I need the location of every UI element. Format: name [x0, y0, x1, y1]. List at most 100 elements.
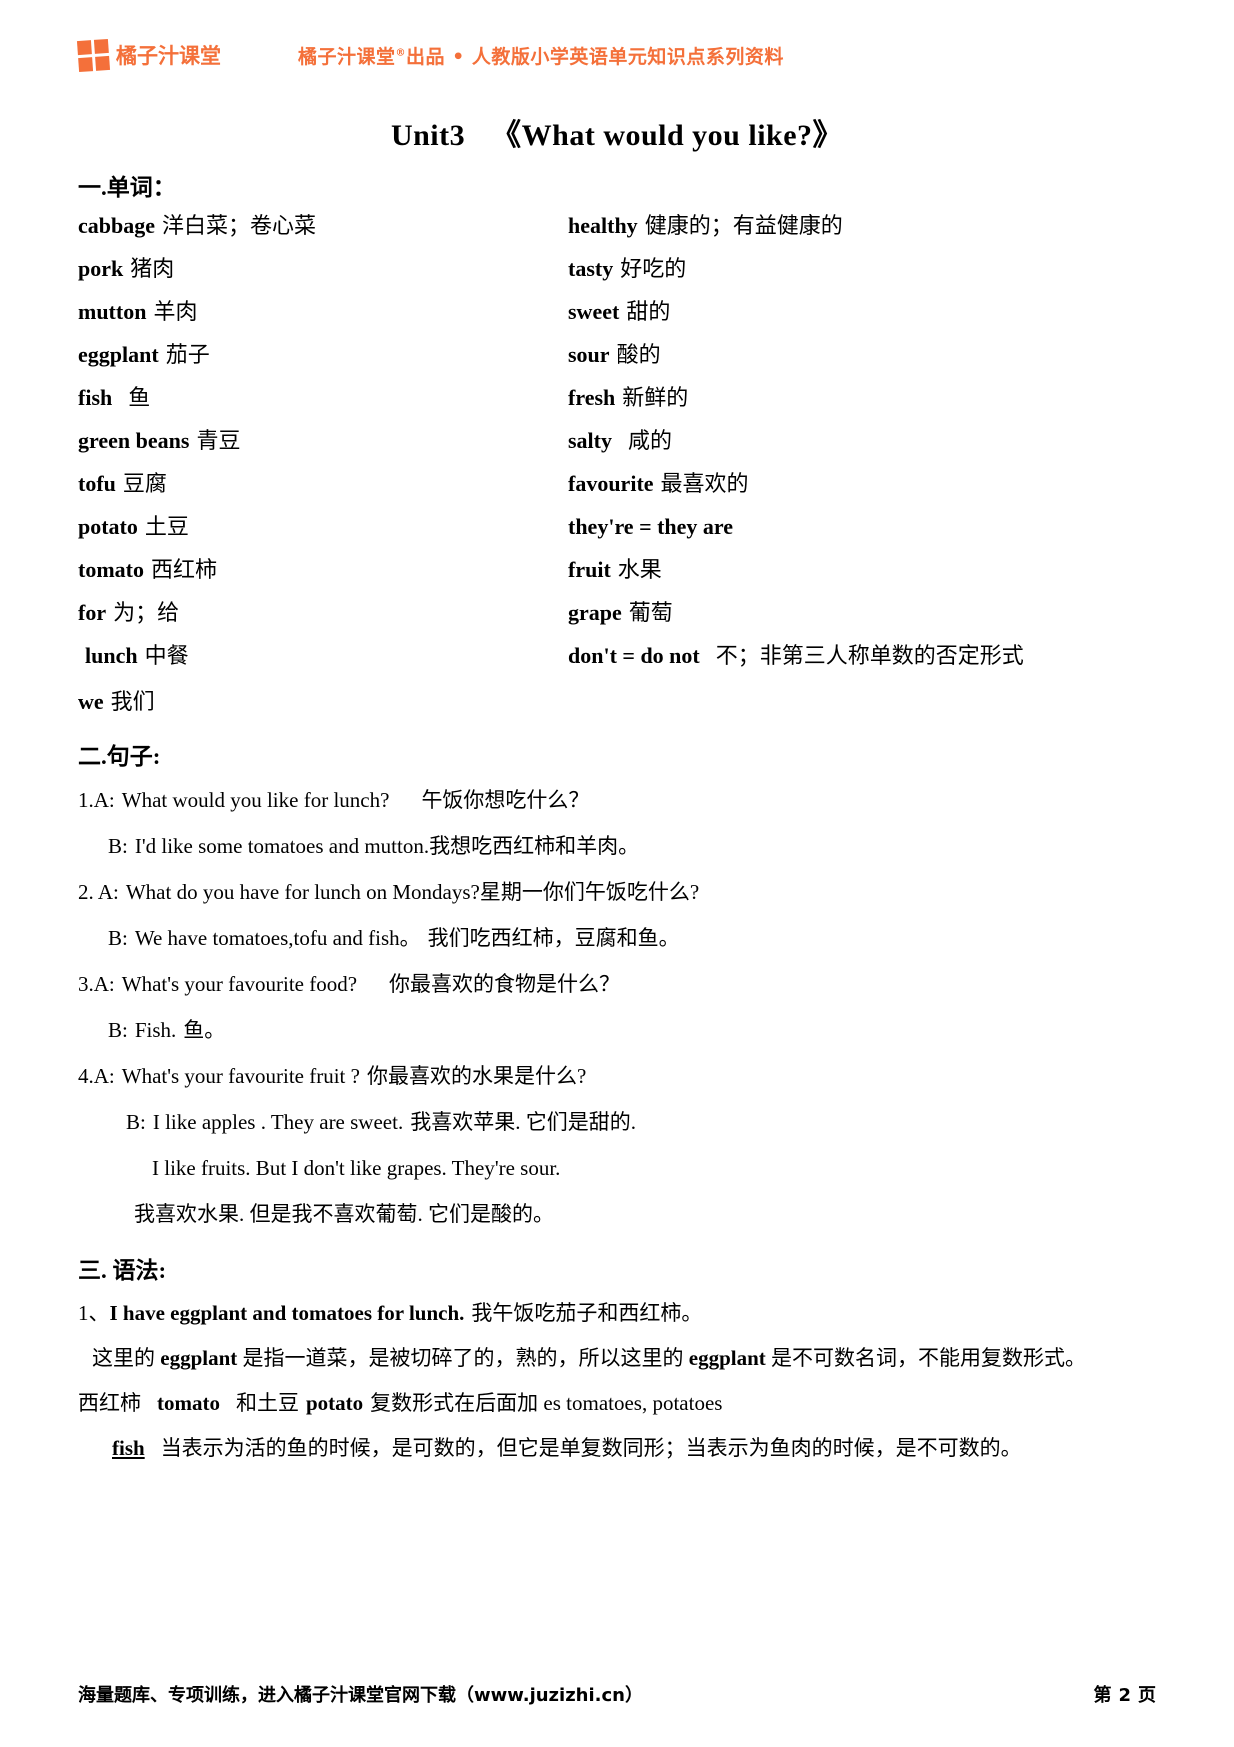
vocab-zh: 咸的 — [628, 428, 673, 453]
sentence-en: I'd like some tomatoes and mutton. — [134, 834, 430, 858]
grammar-item-en: I have eggplant and tomatoes for lunch. — [109, 1301, 465, 1325]
sentence-en: What's your favourite fruit ? — [121, 1064, 360, 1088]
grammar-note-3: fish 当表示为活的鱼的时候，是可数的，但它是单复数同形；当表示为鱼肉的时候，是… — [78, 1426, 1156, 1471]
vocab-entry-right: healthy 健康的；有益健康的 — [568, 208, 843, 240]
vocab-zh: 水果 — [617, 557, 662, 582]
vocab-row: tomato 西红柿 fruit 水果 — [78, 552, 1156, 595]
grammar-note-part: 西红柿 — [78, 1391, 141, 1415]
page-number-prefix: 第 — [1093, 1685, 1112, 1706]
vocab-en: eggplant — [78, 342, 159, 367]
document-page: 橘子汁课堂 橘子汁课堂®出品 • 人教版小学英语单元知识点系列资料 Unit3 《… — [0, 0, 1234, 1747]
sentence-zh: 午饭你想吃什么？ — [421, 788, 590, 812]
sentence-line: 3.A: What's your favourite food? 你最喜欢的食物是什… — [78, 961, 1156, 1007]
vocab-entry-left: tofu 豆腐 — [78, 466, 568, 498]
vocab-zh: 茄子 — [165, 342, 210, 367]
grammar-note-part: 复数形式在后面加 es tomatoes, potatoes — [370, 1391, 723, 1415]
vocab-entry-right: grape 葡萄 — [568, 595, 673, 627]
vocab-en: favourite — [568, 471, 654, 496]
grammar-note-word: potato — [305, 1391, 364, 1415]
title-unit: Unit3 — [390, 119, 466, 152]
vocab-entry-right: fresh 新鲜的 — [568, 380, 688, 412]
vocab-zh: 鱼 — [128, 385, 151, 410]
vocab-en: potato — [78, 514, 138, 539]
vocab-zh: 土豆 — [144, 514, 189, 539]
sentence-label: 3.A: — [78, 972, 115, 996]
tagline-prefix: 橘子汁课堂 — [298, 45, 396, 68]
vocab-entry-left: tomato 西红柿 — [78, 552, 568, 584]
vocab-zh: 葡萄 — [628, 600, 673, 625]
grammar-item-zh: 我午饭吃茄子和西红柿。 — [471, 1301, 703, 1325]
registered-mark: ® — [395, 47, 407, 59]
vocabulary-list: cabbage 洋白菜；卷心菜 healthy 健康的；有益健康的 pork 猪肉 t… — [78, 208, 1156, 723]
logo-grid-icon — [76, 38, 111, 72]
grammar-note-1: 这里的 eggplant 是指一道菜，是被切碎了的，熟的，所以这里的 eggpl… — [78, 1336, 1156, 1381]
sentence-line: B: We have tomatoes,tofu and fish。 我们吃西红柿，… — [78, 915, 1156, 961]
sentence-zh: 你最喜欢的水果是什么? — [366, 1064, 587, 1088]
grammar-item-number: 1、 — [78, 1301, 110, 1325]
vocab-entry-left: cabbage 洋白菜；卷心菜 — [78, 208, 568, 240]
vocab-row: fish 鱼 fresh 新鲜的 — [78, 380, 1156, 423]
vocab-entry-right: salty 咸的 — [568, 423, 672, 455]
vocab-en: cabbage — [78, 213, 155, 238]
sentence-label: B: — [126, 1110, 146, 1134]
vocab-row: pork 猪肉 tasty 好吃的 — [78, 251, 1156, 294]
sentence-label: 4.A: — [78, 1064, 115, 1088]
vocab-en: salty — [568, 428, 612, 453]
sentence-en: Fish. — [134, 1018, 177, 1042]
vocab-en: don't = do not — [568, 643, 700, 668]
vocab-row: lunch 中餐 don't = do not 不；非第三人称单数的否定形式 — [78, 638, 1156, 681]
vocab-entry-right: tasty 好吃的 — [568, 251, 686, 283]
vocab-en: sour — [568, 342, 610, 367]
grammar-note-part: 是不可数名词，不能用复数形式。 — [765, 1346, 1087, 1370]
sentence-label: B: — [108, 1018, 128, 1042]
title-name: 《What would you like?》 — [491, 119, 844, 152]
vocab-entry-right: favourite 最喜欢的 — [568, 466, 749, 498]
vocab-zh: 西红柿 — [150, 557, 217, 582]
sentence-line: 2. A: What do you have for lunch on Monda… — [78, 869, 1156, 915]
sentence-en: What would you like for lunch? — [121, 788, 390, 812]
sentence-zh: 我喜欢水果. 但是我不喜欢葡萄. 它们是酸的。 — [134, 1202, 554, 1226]
sentence-label: B: — [108, 834, 128, 858]
vocab-row: tofu 豆腐 favourite 最喜欢的 — [78, 466, 1156, 509]
vocab-zh: 健康的；有益健康的 — [644, 213, 843, 238]
vocab-entry-left: green beans 青豆 — [78, 423, 568, 455]
vocab-en: fresh — [568, 385, 616, 410]
sentence-zh: 鱼。 — [183, 1018, 226, 1042]
vocab-row: eggplant 茄子 sour 酸的 — [78, 337, 1156, 380]
grammar-note-part: 当表示为活的鱼的时候，是可数的，但它是单复数同形；当表示为鱼肉的时候，是不可数的… — [160, 1436, 1022, 1460]
vocab-zh: 甜的 — [626, 299, 671, 324]
footer-note: 海量题库、专项训练，进入橘子汁课堂官网下载（www.juzizhi.cn） — [78, 1685, 643, 1706]
vocab-entry-left: fish 鱼 — [78, 380, 568, 412]
sentence-zh: 你最喜欢的食物是什么？ — [389, 972, 621, 996]
vocab-en: lunch — [85, 643, 138, 668]
sentence-label: 1.A: — [78, 788, 115, 812]
sentence-en: I like apples . They are sweet. — [152, 1110, 404, 1134]
vocab-entry-left: pork 猪肉 — [78, 251, 568, 283]
grammar-note-part: 这里的 — [92, 1346, 161, 1370]
vocab-zh: 最喜欢的 — [660, 471, 749, 496]
vocab-entry-right: fruit 水果 — [568, 552, 662, 584]
sentence-en: I like fruits. But I don't like grapes. … — [152, 1156, 561, 1180]
vocab-en: fish — [78, 385, 113, 410]
page-title: Unit3 《What would you like?》 — [78, 110, 1156, 154]
page-number-suffix: 页 — [1138, 1685, 1156, 1706]
vocab-zh: 好吃的 — [620, 256, 687, 281]
grammar-note-word: eggplant — [688, 1346, 766, 1370]
vocab-en: for — [78, 600, 107, 625]
grammar-note-2: 西红柿 tomato 和土豆 potato 复数形式在后面加 es tomatoes, … — [78, 1381, 1156, 1426]
vocab-entry-left: mutton 羊肉 — [78, 294, 568, 326]
vocab-row: mutton 羊肉 sweet 甜的 — [78, 294, 1156, 337]
vocab-en: healthy — [568, 213, 638, 238]
page-number: 第2页 — [1093, 1681, 1156, 1707]
section-heading-grammar: 三. 语法: — [78, 1258, 167, 1283]
sentence-line: 4.A: What's your favourite fruit ? 你最喜欢的水果… — [78, 1053, 1156, 1099]
vocab-en: tomato — [78, 557, 144, 582]
sentence-en: What's your favourite food? — [121, 972, 358, 996]
vocab-zh: 中餐 — [144, 643, 189, 668]
sentence-label: 2. A: — [78, 880, 119, 904]
sentence-line: B: I like apples . They are sweet. 我喜欢苹果. … — [78, 1099, 1156, 1145]
vocab-row: cabbage 洋白菜；卷心菜 healthy 健康的；有益健康的 — [78, 208, 1156, 251]
vocab-entry-right: they're = they are — [568, 514, 740, 540]
section-heading-sentences: 二.句子: — [78, 744, 161, 769]
sentence-line: B: I'd like some tomatoes and mutton.我想吃西… — [78, 823, 1156, 869]
